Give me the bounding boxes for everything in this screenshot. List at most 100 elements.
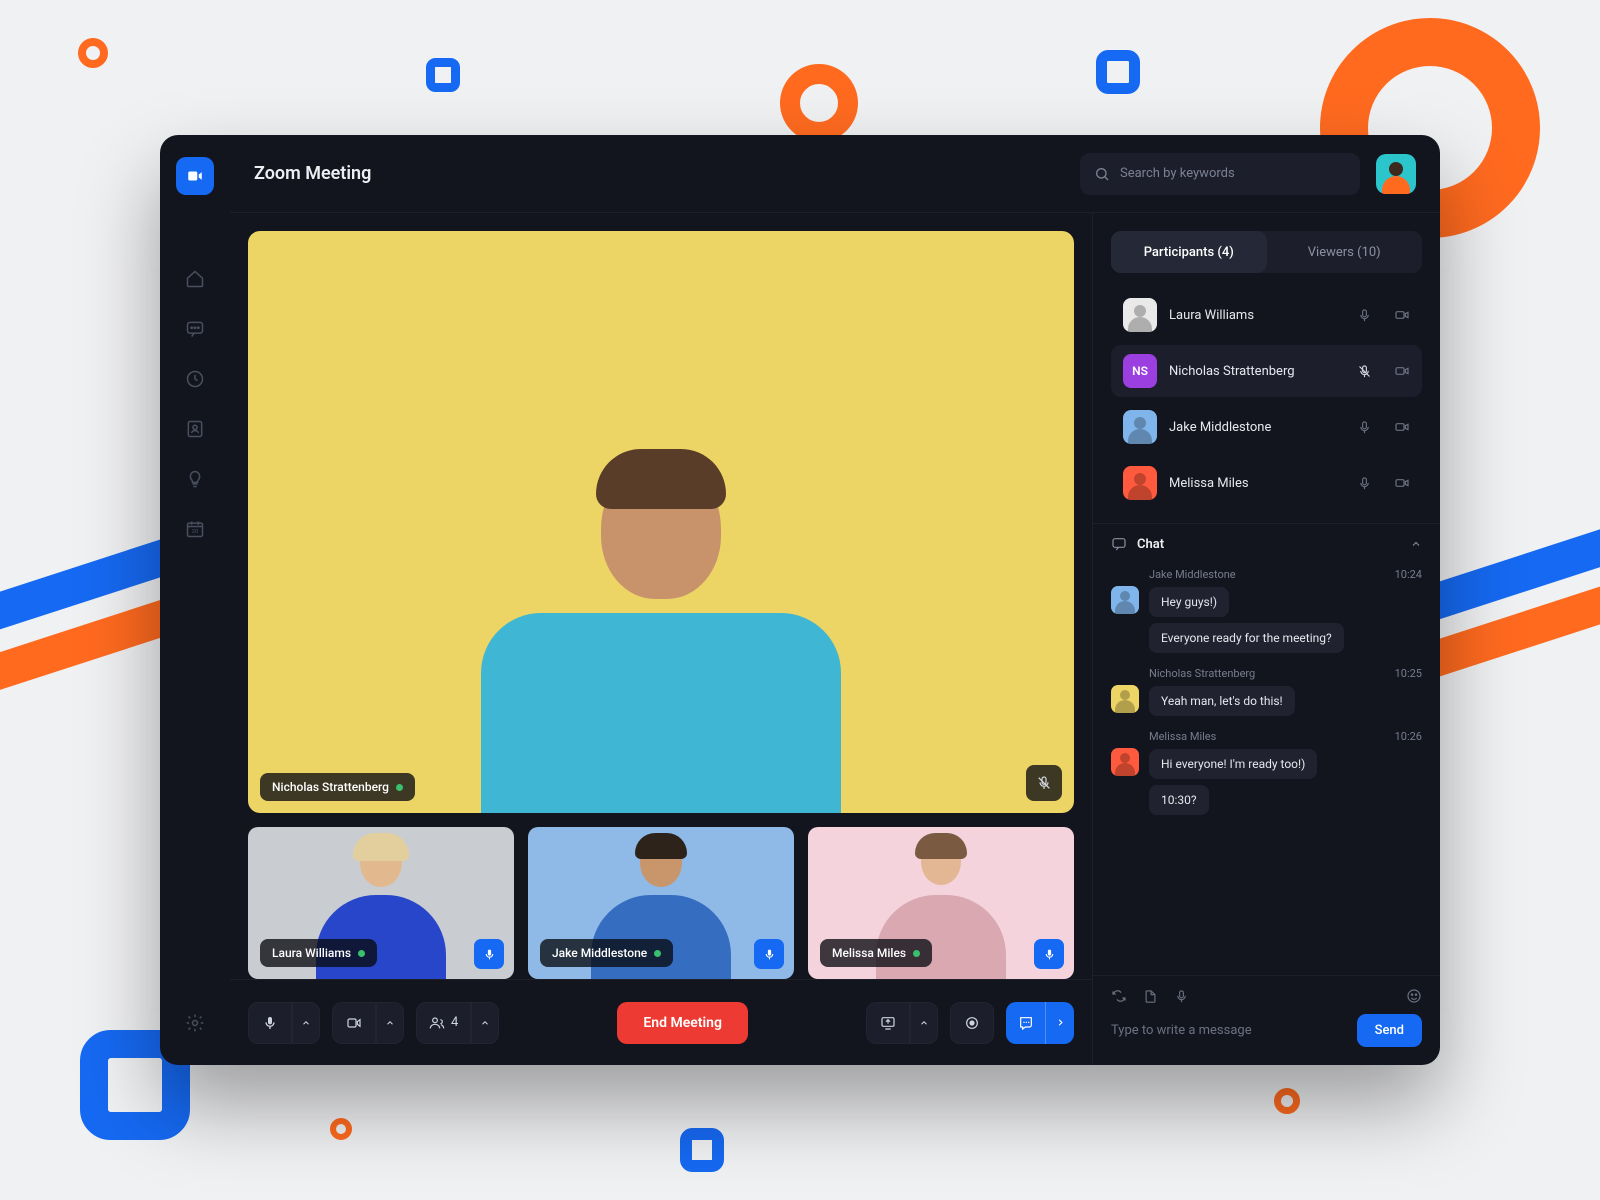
participant-row[interactable]: Melissa Miles bbox=[1111, 457, 1422, 509]
participants-count: 4 bbox=[451, 1015, 458, 1030]
thumbnail-row: Laura Williams bbox=[248, 827, 1074, 979]
mic-icon bbox=[262, 1015, 278, 1031]
tab-participants[interactable]: Participants (4) bbox=[1111, 231, 1267, 273]
search-input[interactable] bbox=[1120, 166, 1346, 181]
panel-tabs: Participants (4) Viewers (10) bbox=[1093, 213, 1440, 283]
tab-viewers[interactable]: Viewers (10) bbox=[1267, 231, 1423, 273]
share-screen-icon bbox=[880, 1015, 896, 1031]
participant-avatar: NS bbox=[1123, 354, 1157, 388]
chat-bubble: Hey guys!) bbox=[1149, 587, 1229, 617]
chat-icon bbox=[1111, 536, 1127, 552]
message-time: 10:24 bbox=[1395, 568, 1422, 581]
message-author: Melissa Miles bbox=[1149, 730, 1216, 743]
chevron-up-icon bbox=[301, 1018, 311, 1028]
chat-header[interactable]: Chat bbox=[1093, 523, 1440, 564]
message-avatar bbox=[1111, 685, 1139, 713]
message-avatar bbox=[1111, 748, 1139, 776]
participant-mic-button[interactable] bbox=[1357, 308, 1372, 323]
mic-control[interactable] bbox=[248, 1002, 320, 1044]
current-user-avatar[interactable] bbox=[1376, 154, 1416, 194]
participant-mic-button[interactable] bbox=[1357, 364, 1372, 379]
participant-row[interactable]: NS Nicholas Strattenberg bbox=[1111, 345, 1422, 397]
mic-icon bbox=[483, 948, 496, 961]
video-icon bbox=[1394, 307, 1410, 323]
chat-panel-toggle[interactable] bbox=[1006, 1002, 1074, 1044]
end-meeting-button[interactable]: End Meeting bbox=[617, 1002, 748, 1044]
thumb-mic-button[interactable] bbox=[474, 939, 504, 969]
video-thumb[interactable]: Laura Williams bbox=[248, 827, 514, 979]
send-button[interactable]: Send bbox=[1357, 1014, 1422, 1047]
chat-bubble: Yeah man, let's do this! bbox=[1149, 686, 1295, 716]
nav-history[interactable] bbox=[175, 359, 215, 399]
participant-camera-button[interactable] bbox=[1394, 307, 1410, 323]
nav-calendar[interactable]: 20 bbox=[175, 509, 215, 549]
thumb-name: Laura Williams bbox=[272, 946, 351, 960]
call-controls: 4 End Meeting bbox=[230, 979, 1092, 1065]
mic-icon bbox=[763, 948, 776, 961]
message-time: 10:26 bbox=[1395, 730, 1422, 743]
chat-message: Nicholas Strattenberg10:25 Yeah man, let… bbox=[1111, 667, 1422, 716]
file-icon[interactable] bbox=[1143, 989, 1158, 1004]
chevron-right-icon bbox=[1055, 1017, 1066, 1028]
participant-camera-button[interactable] bbox=[1394, 475, 1410, 491]
message-author: Jake Middlestone bbox=[1149, 568, 1236, 581]
right-panel: Participants (4) Viewers (10) Laura Will… bbox=[1092, 213, 1440, 1065]
mic-icon bbox=[1357, 420, 1372, 435]
message-author: Nicholas Strattenberg bbox=[1149, 667, 1255, 680]
chat-bubble: Hi everyone! I'm ready too!) bbox=[1149, 749, 1317, 779]
thumb-name: Melissa Miles bbox=[832, 946, 906, 960]
nav-ideas[interactable] bbox=[175, 459, 215, 499]
app-logo[interactable] bbox=[176, 157, 214, 195]
main-video-tile[interactable]: Nicholas Strattenberg bbox=[248, 231, 1074, 813]
participant-mic-button[interactable] bbox=[1357, 476, 1372, 491]
chat-bubble: 10:30? bbox=[1149, 785, 1209, 815]
video-icon bbox=[1394, 475, 1410, 491]
loop-icon[interactable] bbox=[1111, 988, 1127, 1004]
nav-settings[interactable] bbox=[175, 1003, 215, 1043]
participant-avatar bbox=[1123, 410, 1157, 444]
record-button[interactable] bbox=[950, 1002, 994, 1044]
video-icon bbox=[186, 167, 204, 185]
camera-control[interactable] bbox=[332, 1002, 404, 1044]
chat-header-label: Chat bbox=[1137, 537, 1400, 552]
video-thumb[interactable]: Jake Middlestone bbox=[528, 827, 794, 979]
participants-list: Laura Williams NS Nicholas Strattenberg … bbox=[1093, 283, 1440, 523]
nav-contacts[interactable] bbox=[175, 409, 215, 449]
main-area: Zoom Meeting bbox=[230, 135, 1440, 1065]
participant-camera-button[interactable] bbox=[1394, 363, 1410, 379]
lightbulb-icon bbox=[185, 469, 205, 489]
chat-input[interactable] bbox=[1111, 1023, 1347, 1038]
share-screen-control[interactable] bbox=[866, 1002, 938, 1044]
video-icon bbox=[346, 1015, 362, 1031]
participant-row[interactable]: Laura Williams bbox=[1111, 289, 1422, 341]
page-title: Zoom Meeting bbox=[254, 163, 371, 184]
video-icon bbox=[1394, 419, 1410, 435]
thumb-mic-button[interactable] bbox=[754, 939, 784, 969]
mic-icon[interactable] bbox=[1174, 989, 1189, 1004]
contact-icon bbox=[185, 419, 205, 439]
participant-mic-button[interactable] bbox=[1357, 420, 1372, 435]
content: Nicholas Strattenberg bbox=[230, 213, 1440, 1065]
chat-bubble: Everyone ready for the meeting? bbox=[1149, 623, 1344, 653]
participant-row[interactable]: Jake Middlestone bbox=[1111, 401, 1422, 453]
status-dot bbox=[396, 784, 403, 791]
thumb-mic-button[interactable] bbox=[1034, 939, 1064, 969]
mic-icon bbox=[1357, 308, 1372, 323]
chat-message: Melissa Miles 10:26 Hi everyone! I'm read… bbox=[1111, 730, 1422, 815]
main-video-mute-button[interactable] bbox=[1026, 765, 1062, 801]
thumb-name-badge: Melissa Miles bbox=[820, 939, 932, 967]
video-thumb[interactable]: Melissa Miles bbox=[808, 827, 1074, 979]
thumb-name: Jake Middlestone bbox=[552, 946, 647, 960]
nav-home[interactable] bbox=[175, 259, 215, 299]
mic-icon bbox=[1357, 476, 1372, 491]
chevron-up-icon bbox=[385, 1018, 395, 1028]
search-box[interactable] bbox=[1080, 153, 1360, 195]
nav-chat[interactable] bbox=[175, 309, 215, 349]
sidebar: 20 bbox=[160, 135, 230, 1065]
search-icon bbox=[1094, 166, 1110, 182]
participants-control[interactable]: 4 bbox=[416, 1002, 499, 1044]
emoji-icon[interactable] bbox=[1406, 988, 1422, 1004]
topbar: Zoom Meeting bbox=[230, 135, 1440, 213]
participant-camera-button[interactable] bbox=[1394, 419, 1410, 435]
record-icon bbox=[964, 1015, 980, 1031]
